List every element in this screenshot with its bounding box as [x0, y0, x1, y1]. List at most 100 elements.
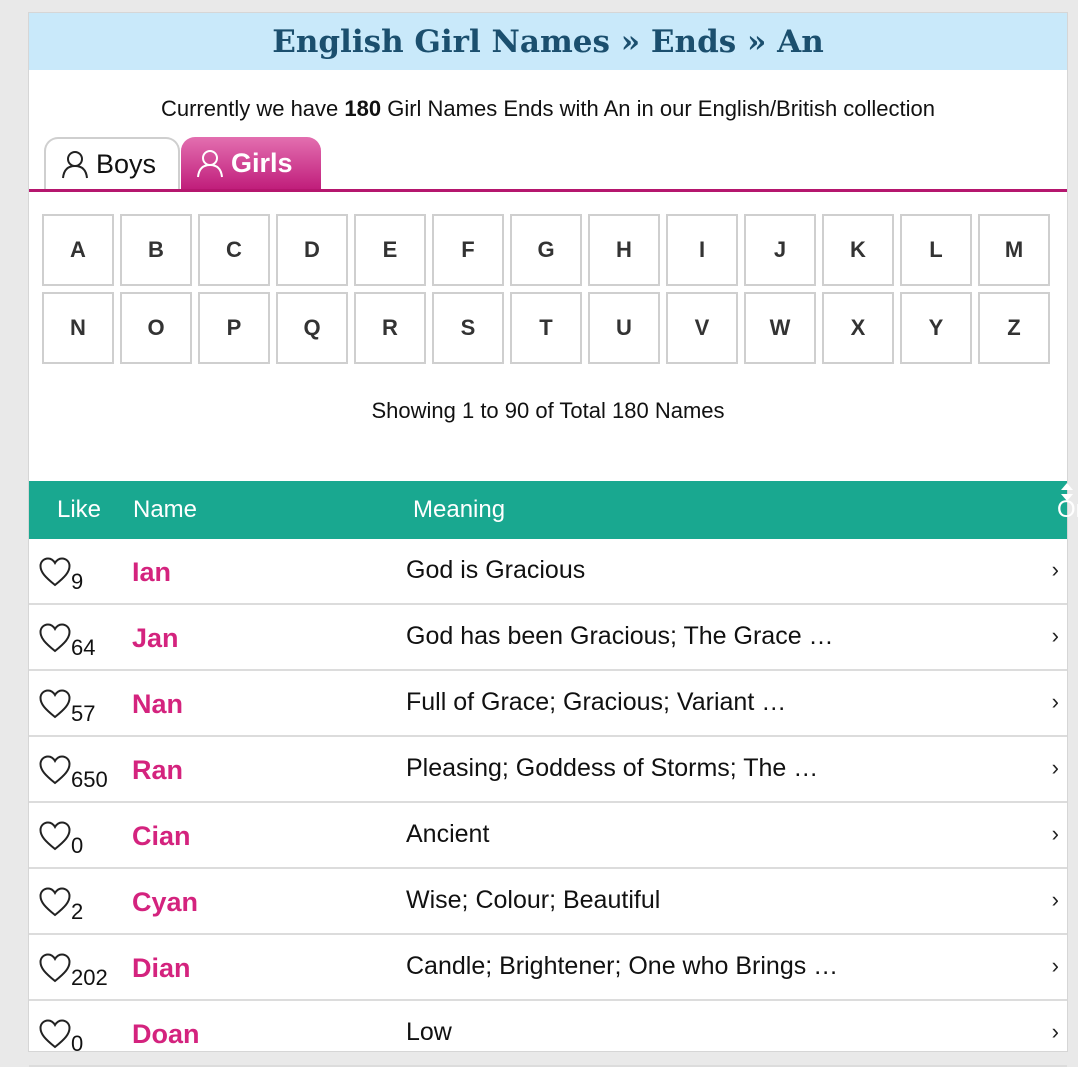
letter-t[interactable]: T	[510, 292, 582, 364]
name-link[interactable]: Cian	[132, 821, 191, 852]
summary-suffix: Girl Names Ends with An in our English/B…	[381, 96, 936, 121]
sort-icon	[1060, 481, 1074, 503]
name-link[interactable]: Doan	[132, 1019, 200, 1050]
like-button[interactable]: 9	[39, 557, 83, 593]
name-link[interactable]: Ran	[132, 755, 183, 786]
heart-outline-icon	[39, 821, 71, 851]
table-row[interactable]: 0 Cian Ancient ›	[29, 803, 1067, 869]
name-meaning: Wise; Colour; Beautiful	[406, 886, 661, 914]
table-row[interactable]: 2 Cyan Wise; Colour; Beautiful ›	[29, 869, 1067, 935]
letter-d[interactable]: D	[276, 214, 348, 286]
chevron-right-icon[interactable]: ›	[1052, 689, 1059, 715]
like-count: 9	[71, 569, 84, 594]
tab-girls[interactable]: Girls	[181, 137, 321, 189]
letter-s[interactable]: S	[432, 292, 504, 364]
letter-n[interactable]: N	[42, 292, 114, 364]
heart-outline-icon	[39, 689, 71, 719]
heart-outline-icon	[39, 557, 71, 587]
table-row[interactable]: 64 Jan God has been Gracious; The Grace …	[29, 605, 1067, 671]
name-meaning: Pleasing; Goddess of Storms; The …	[406, 754, 819, 782]
tab-girls-label: Girls	[231, 147, 293, 178]
chevron-right-icon[interactable]: ›	[1052, 821, 1059, 847]
person-outline-icon	[60, 149, 90, 179]
chevron-right-icon[interactable]: ›	[1052, 887, 1059, 913]
name-meaning: God has been Gracious; The Grace …	[406, 622, 834, 650]
like-count: 650	[71, 767, 108, 792]
tab-boys[interactable]: Boys	[44, 137, 180, 189]
letter-i[interactable]: I	[666, 214, 738, 286]
letter-q[interactable]: Q	[276, 292, 348, 364]
table-header: Like Name Meaning Order	[29, 481, 1078, 539]
like-button[interactable]: 0	[39, 1019, 83, 1055]
letter-k[interactable]: K	[822, 214, 894, 286]
letter-p[interactable]: P	[198, 292, 270, 364]
letter-f[interactable]: F	[432, 214, 504, 286]
heart-outline-icon	[39, 887, 71, 917]
letter-l[interactable]: L	[900, 214, 972, 286]
name-meaning: Ancient	[406, 820, 490, 848]
like-count: 202	[71, 965, 108, 990]
chevron-right-icon[interactable]: ›	[1052, 623, 1059, 649]
name-link[interactable]: Nan	[132, 689, 183, 720]
names-card: English Girl Names » Ends » An Currently…	[28, 12, 1078, 1067]
column-name: Name	[133, 496, 198, 523]
name-meaning: Candle; Brightener; One who Brings …	[406, 952, 839, 980]
letter-a[interactable]: A	[42, 214, 114, 286]
column-meaning: Meaning	[413, 496, 506, 523]
letter-e[interactable]: E	[354, 214, 426, 286]
name-link[interactable]: Jan	[132, 623, 179, 654]
table-row[interactable]: 0 Doan Low ›	[29, 1001, 1067, 1067]
collection-summary: Currently we have 180 Girl Names Ends wi…	[29, 94, 1067, 124]
letter-b[interactable]: B	[120, 214, 192, 286]
tab-boys-label: Boys	[96, 148, 157, 179]
letter-o[interactable]: O	[120, 292, 192, 364]
chevron-right-icon[interactable]: ›	[1052, 953, 1059, 979]
letter-v[interactable]: V	[666, 292, 738, 364]
like-button[interactable]: 2	[39, 887, 83, 923]
person-outline-icon	[195, 148, 225, 178]
results-count: Showing 1 to 90 of Total 180 Names	[371, 398, 725, 423]
alphabet-filter: A B C D E F G H I J K L M N O P Q R S T …	[29, 214, 1067, 364]
letter-g[interactable]: G	[510, 214, 582, 286]
like-button[interactable]: 0	[39, 821, 83, 857]
letter-z[interactable]: Z	[978, 292, 1050, 364]
like-button[interactable]: 202	[39, 953, 108, 989]
heart-outline-icon	[39, 623, 71, 653]
table-row[interactable]: 650 Ran Pleasing; Goddess of Storms; The…	[29, 737, 1067, 803]
chevron-right-icon[interactable]: ›	[1052, 557, 1059, 583]
gender-tabs: Boys Girls	[29, 134, 1067, 192]
like-button[interactable]: 57	[39, 689, 95, 725]
like-button[interactable]: 650	[39, 755, 108, 791]
letter-x[interactable]: X	[822, 292, 894, 364]
letter-u[interactable]: U	[588, 292, 660, 364]
chevron-right-icon[interactable]: ›	[1052, 755, 1059, 781]
letter-r[interactable]: R	[354, 292, 426, 364]
name-link[interactable]: Cyan	[132, 887, 198, 918]
like-count: 0	[71, 833, 84, 858]
name-meaning: Full of Grace; Gracious; Variant …	[406, 688, 787, 716]
summary-count: 180	[344, 96, 382, 121]
name-meaning: God is Gracious	[406, 556, 586, 584]
names-table: 9 Ian God is Gracious › 64 Jan God has b…	[29, 539, 1067, 1067]
like-button[interactable]: 64	[39, 623, 95, 659]
name-meaning: Low	[406, 1018, 452, 1046]
heart-outline-icon	[39, 953, 71, 983]
letter-j[interactable]: J	[744, 214, 816, 286]
summary-prefix: Currently we have	[160, 96, 345, 121]
letter-y[interactable]: Y	[900, 292, 972, 364]
table-row[interactable]: 202 Dian Candle; Brightener; One who Bri…	[29, 935, 1067, 1001]
letter-m[interactable]: M	[978, 214, 1050, 286]
table-row[interactable]: 9 Ian God is Gracious ›	[29, 539, 1067, 605]
chevron-right-icon[interactable]: ›	[1052, 1019, 1059, 1045]
column-like: Like	[57, 496, 102, 523]
letter-h[interactable]: H	[588, 214, 660, 286]
name-link[interactable]: Dian	[132, 953, 191, 984]
letter-w[interactable]: W	[744, 292, 816, 364]
name-link[interactable]: Ian	[132, 557, 171, 588]
letter-c[interactable]: C	[198, 214, 270, 286]
heart-outline-icon	[39, 1019, 71, 1049]
page-title: English Girl Names » Ends » An	[272, 23, 824, 60]
like-count: 64	[71, 635, 96, 660]
table-row[interactable]: 57 Nan Full of Grace; Gracious; Variant …	[29, 671, 1067, 737]
like-count: 57	[71, 701, 96, 726]
